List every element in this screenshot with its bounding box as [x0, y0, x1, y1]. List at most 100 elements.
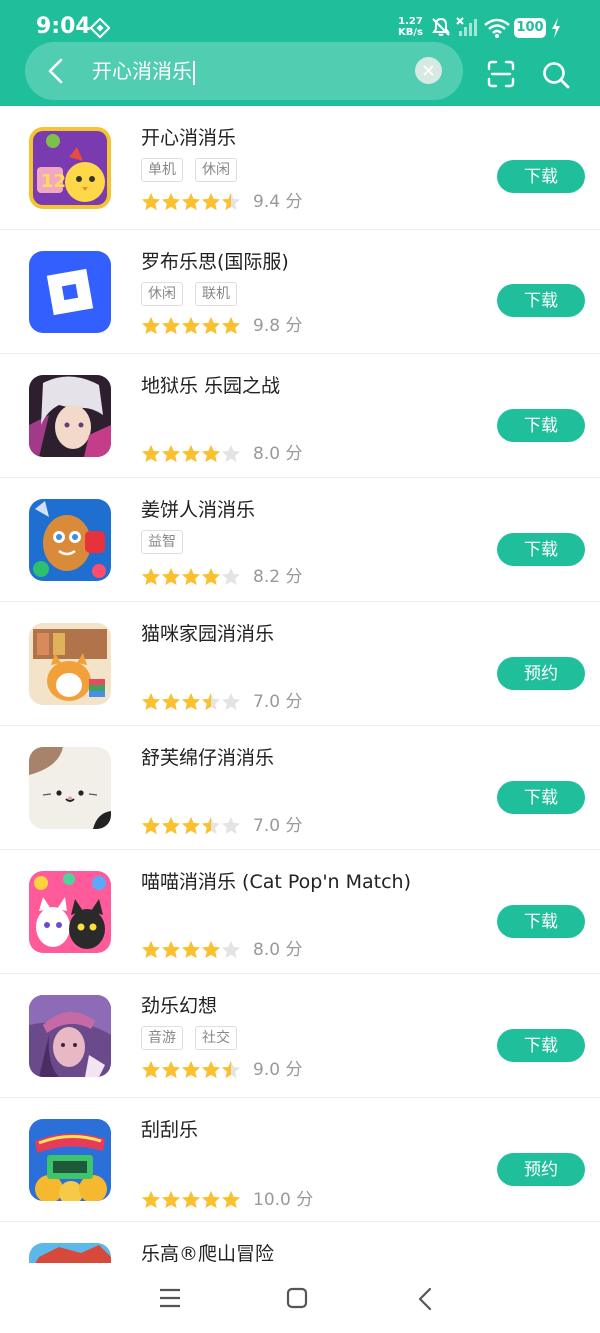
star-full-icon — [142, 817, 160, 834]
star-full-icon — [182, 1191, 200, 1208]
app-icon-lego-climb[interactable] — [29, 1243, 111, 1263]
app-icon-cat-home[interactable] — [29, 623, 111, 705]
app-tag: 休闲 — [141, 282, 183, 306]
app-tag: 单机 — [141, 158, 183, 182]
app-tags: 单机 休闲 — [141, 158, 249, 182]
app-title: 刮刮乐 — [141, 1119, 199, 1141]
star-full-icon — [162, 445, 180, 462]
search-query: 开心消消乐 — [92, 59, 192, 83]
app-icon-squishmallow[interactable] — [29, 747, 111, 829]
star-empty-icon — [222, 445, 240, 462]
app-list-item[interactable]: 劲乐幻想 音游 社交 9.0 分 下载 — [0, 974, 600, 1098]
search-results-list[interactable]: 12 开心消消乐 单机 休闲 9.4 分 下载 罗布乐思(国际服) 休闲 联机 … — [0, 106, 600, 1263]
download-button[interactable]: 下载 — [497, 409, 585, 442]
app-list-item[interactable]: 猫咪家园消消乐 7.0 分 预约 — [0, 602, 600, 726]
cellular-signal-icon — [456, 17, 477, 36]
reserve-button[interactable]: 预约 — [497, 1153, 585, 1186]
app-title: 乐高®爬山冒险 — [141, 1243, 275, 1263]
star-empty-icon — [222, 817, 240, 834]
app-title: 地狱乐 乐园之战 — [141, 375, 281, 397]
app-list-item[interactable]: 舒芙绵仔消消乐 7.0 分 下载 — [0, 726, 600, 850]
search-icon[interactable] — [541, 60, 571, 90]
star-half-icon — [202, 817, 220, 834]
app-icon-kaixin[interactable]: 12 — [29, 127, 111, 209]
app-tags: 益智 — [141, 530, 195, 554]
app-icon-scratchy[interactable] — [29, 1119, 111, 1201]
star-full-icon — [202, 1191, 220, 1208]
home-square-icon[interactable] — [286, 1287, 308, 1309]
star-full-icon — [162, 568, 180, 585]
star-full-icon — [222, 1191, 240, 1208]
close-icon — [423, 65, 434, 76]
star-full-icon — [182, 941, 200, 958]
app-icon-roblox[interactable] — [29, 251, 111, 333]
scan-icon[interactable] — [487, 60, 515, 88]
app-list-item[interactable]: 12 开心消消乐 单机 休闲 9.4 分 下载 — [0, 106, 600, 230]
star-half-icon — [222, 193, 240, 210]
app-list-item[interactable]: 乐高®爬山冒险 — [0, 1222, 600, 1263]
star-full-icon — [202, 193, 220, 210]
app-icon-cat-pop[interactable] — [29, 871, 111, 953]
app-score: 8.0 分 — [253, 444, 303, 464]
app-score: 9.8 分 — [253, 316, 303, 336]
clear-search-button[interactable] — [415, 57, 442, 84]
nav-back-icon[interactable] — [416, 1287, 436, 1311]
star-full-icon — [162, 317, 180, 334]
app-list-item[interactable]: 罗布乐思(国际服) 休闲 联机 9.8 分 下载 — [0, 230, 600, 354]
star-full-icon — [222, 317, 240, 334]
download-button[interactable]: 下载 — [497, 284, 585, 317]
star-empty-icon — [222, 693, 240, 710]
star-full-icon — [182, 317, 200, 334]
app-icon-cookie-run[interactable] — [29, 499, 111, 581]
star-full-icon — [162, 193, 180, 210]
app-icon-jinle-fantasy[interactable] — [29, 995, 111, 1077]
download-button[interactable]: 下载 — [497, 533, 585, 566]
star-full-icon — [182, 1061, 200, 1078]
app-icon-hells-paradise[interactable] — [29, 375, 111, 457]
app-score: 10.0 分 — [253, 1190, 314, 1210]
notifications-muted-icon — [432, 17, 450, 36]
star-full-icon — [202, 568, 220, 585]
back-arrow-icon[interactable] — [44, 56, 68, 86]
star-full-icon — [202, 1061, 220, 1078]
network-diamond-icon — [90, 18, 110, 38]
star-full-icon — [182, 193, 200, 210]
app-list-item[interactable]: 刮刮乐 10.0 分 预约 — [0, 1098, 600, 1222]
app-score: 7.0 分 — [253, 692, 303, 712]
download-button[interactable]: 下载 — [497, 160, 585, 193]
search-field[interactable] — [25, 42, 463, 100]
app-tags: 休闲 联机 — [141, 282, 249, 306]
app-tag: 休闲 — [195, 158, 237, 182]
star-empty-icon — [222, 568, 240, 585]
app-score: 9.4 分 — [253, 192, 303, 212]
app-list-item[interactable]: 地狱乐 乐园之战 8.0 分 下载 — [0, 354, 600, 478]
app-score: 8.0 分 — [253, 940, 303, 960]
star-full-icon — [142, 193, 160, 210]
menu-icon[interactable] — [159, 1288, 181, 1308]
app-list-item[interactable]: 姜饼人消消乐 益智 8.2 分 下载 — [0, 478, 600, 602]
app-score: 8.2 分 — [253, 567, 303, 587]
app-title: 猫咪家园消消乐 — [141, 623, 275, 645]
star-half-icon — [222, 1061, 240, 1078]
star-full-icon — [162, 1191, 180, 1208]
reserve-button[interactable]: 预约 — [497, 657, 585, 690]
app-tag: 社交 — [195, 1026, 237, 1050]
system-navigation-bar — [0, 1263, 600, 1333]
top-app-bar: 9:04 1.27 KB/s 100 开心消消乐 — [0, 0, 600, 106]
app-title: 罗布乐思(国际服) — [141, 251, 289, 273]
app-title: 舒芙绵仔消消乐 — [141, 747, 275, 769]
download-button[interactable]: 下载 — [497, 1029, 585, 1062]
status-bar: 9:04 1.27 KB/s 100 — [0, 0, 600, 44]
network-speed-unit: KB/s — [398, 27, 423, 38]
download-button[interactable]: 下载 — [497, 905, 585, 938]
star-full-icon — [162, 1061, 180, 1078]
download-button[interactable]: 下载 — [497, 781, 585, 814]
star-full-icon — [182, 568, 200, 585]
app-tag: 益智 — [141, 530, 183, 554]
app-title: 劲乐幻想 — [141, 995, 218, 1017]
search-input[interactable]: 开心消消乐 — [92, 58, 195, 85]
app-list-item[interactable]: 喵喵消消乐 (Cat Pop'n Match) 8.0 分 下载 — [0, 850, 600, 974]
wifi-icon — [484, 18, 510, 38]
battery-level: 100 — [514, 18, 546, 38]
star-full-icon — [142, 445, 160, 462]
